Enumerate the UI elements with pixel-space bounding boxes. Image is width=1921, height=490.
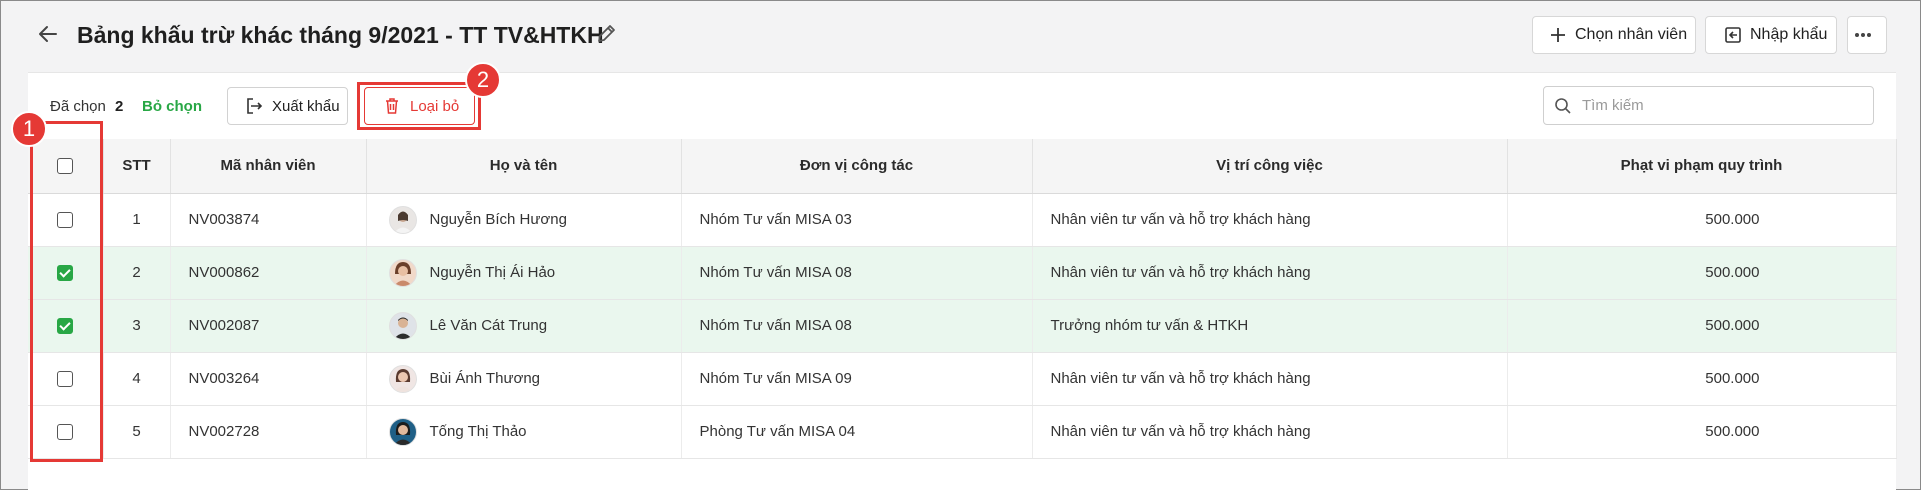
cell-unit: Nhóm Tư vấn MISA 08 (681, 246, 1033, 300)
avatar (388, 417, 417, 446)
export-label: Xuất khẩu (272, 97, 340, 115)
cell-position: Nhân viên tư vấn và hỗ trợ khách hàng (1032, 193, 1508, 247)
cell-code: NV000862 (170, 246, 367, 300)
cell-fine: 500.000 (1507, 405, 1897, 459)
import-icon (1725, 27, 1741, 43)
cell-stt: 5 (103, 405, 171, 459)
col-header-unit: Đơn vị công tác (681, 139, 1033, 194)
trash-icon (386, 98, 398, 114)
pencil-icon[interactable] (595, 23, 619, 47)
more-options-button[interactable] (1847, 16, 1887, 54)
cell-fine: 500.000 (1507, 352, 1897, 406)
cell-code: NV002087 (170, 299, 367, 353)
row-checkbox[interactable] (57, 265, 74, 282)
step-marker-1: 1 (11, 111, 47, 147)
choose-employee-label: Chọn nhân viên (1575, 26, 1688, 43)
table-row[interactable]: 5 NV002728 Tống Thị Thảo Phòng Tư vấn MI… (28, 405, 1897, 459)
table-row[interactable]: 2 NV000862 Nguyễn Thị Ái Hảo Nhóm Tư vấn… (28, 246, 1897, 300)
back-button[interactable] (35, 21, 61, 47)
search-input[interactable] (1582, 97, 1852, 114)
cell-name: Tống Thị Thảo (429, 423, 527, 440)
choose-employee-button[interactable]: Chọn nhân viên (1532, 16, 1696, 54)
export-button[interactable]: Xuất khẩu (227, 87, 348, 125)
app-window: Bảng khấu trừ khác tháng 9/2021 - TT TV&… (0, 0, 1921, 490)
selected-count: 2 (115, 98, 124, 115)
col-header-name: Họ và tên (366, 139, 682, 194)
cell-name: Bùi Ánh Thương (429, 370, 541, 387)
import-button[interactable]: Nhập khẩu (1705, 16, 1837, 54)
employee-table: STT Mã nhân viên Họ và tên Đơn vị công t… (28, 139, 1897, 459)
cell-name: Lê Văn Cát Trung (429, 317, 548, 334)
cell-code: NV002728 (170, 405, 367, 459)
cell-stt: 1 (103, 193, 171, 247)
more-horizontal-icon (1855, 33, 1871, 37)
select-all-checkbox[interactable] (57, 158, 74, 175)
cell-stt: 2 (103, 246, 171, 300)
step-marker-2: 2 (465, 62, 501, 98)
cell-unit: Nhóm Tư vấn MISA 03 (681, 193, 1033, 247)
avatar (388, 258, 417, 287)
row-checkbox[interactable] (57, 212, 74, 229)
selected-label: Đã chọn (50, 98, 106, 115)
cell-unit: Phòng Tư vấn MISA 04 (681, 405, 1033, 459)
col-header-position: Vị trí công việc (1032, 139, 1508, 194)
col-header-stt: STT (103, 139, 171, 194)
select-all-cell (28, 139, 104, 194)
table-header-row: STT Mã nhân viên Họ và tên Đơn vị công t… (28, 139, 1897, 194)
row-checkbox[interactable] (57, 424, 74, 441)
page-title: Bảng khấu trừ khác tháng 9/2021 - TT TV&… (77, 22, 604, 48)
arrow-left-icon (39, 26, 57, 42)
remove-label: Loại bỏ (410, 97, 460, 115)
cell-stt: 4 (103, 352, 171, 406)
avatar (388, 311, 417, 340)
cell-name: Nguyễn Thị Ái Hảo (429, 264, 556, 281)
cell-unit: Nhóm Tư vấn MISA 09 (681, 352, 1033, 406)
avatar (388, 205, 417, 234)
plus-icon (1551, 28, 1565, 42)
table-row[interactable]: 3 NV002087 Lê Văn Cát Trung Nhóm Tư vấn … (28, 299, 1897, 353)
remove-button[interactable]: Loại bỏ (364, 87, 475, 125)
cell-position: Nhân viên tư vấn và hỗ trợ khách hàng (1032, 246, 1508, 300)
cell-code: NV003264 (170, 352, 367, 406)
import-label: Nhập khẩu (1750, 26, 1828, 43)
cell-code: NV003874 (170, 193, 367, 247)
avatar (388, 364, 417, 393)
col-header-code: Mã nhân viên (170, 139, 367, 194)
search-box[interactable] (1543, 86, 1874, 125)
cell-position: Nhân viên tư vấn và hỗ trợ khách hàng (1032, 352, 1508, 406)
col-header-fine: Phạt vi phạm quy trình (1507, 139, 1897, 194)
cell-name: Nguyễn Bích Hương (429, 211, 567, 228)
cell-unit: Nhóm Tư vấn MISA 08 (681, 299, 1033, 353)
table-row[interactable]: 4 NV003264 Bùi Ánh Thương Nhóm Tư vấn MI… (28, 352, 1897, 406)
export-icon (247, 98, 263, 114)
row-checkbox[interactable] (57, 318, 74, 335)
row-checkbox[interactable] (57, 371, 74, 388)
search-icon (1555, 97, 1571, 114)
table-row[interactable]: 1 NV003874 Nguyễn Bích Hương Nhóm Tư vấn… (28, 193, 1897, 247)
cell-fine: 500.000 (1507, 193, 1897, 247)
cell-fine: 500.000 (1507, 299, 1897, 353)
unselect-link[interactable]: Bỏ chọn (142, 98, 202, 116)
cell-stt: 3 (103, 299, 171, 353)
cell-fine: 500.000 (1507, 246, 1897, 300)
cell-position: Trưởng nhóm tư vấn & HTKH (1032, 299, 1508, 353)
cell-position: Nhân viên tư vấn và hỗ trợ khách hàng (1032, 405, 1508, 459)
